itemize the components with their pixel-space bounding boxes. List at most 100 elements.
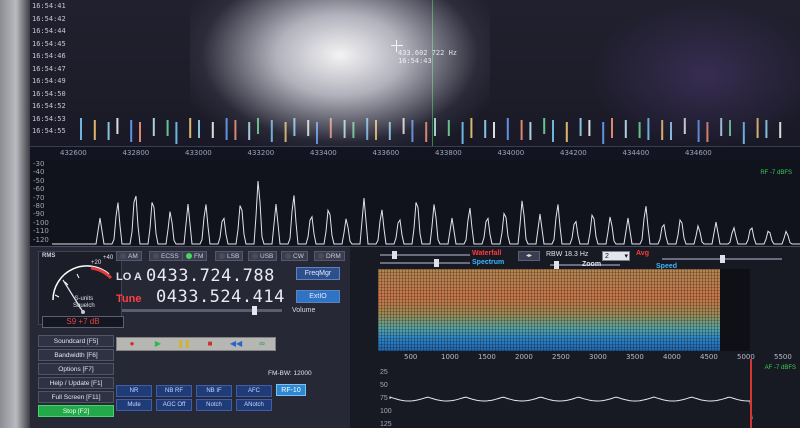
s-units-text: S-units (74, 296, 94, 302)
signal-streak (166, 120, 169, 136)
mode-led-icon (120, 253, 126, 260)
rf-spectrum-display[interactable]: -30 -40 -50 -60 -70 -80 -90 -100 -110 -120 RF -7 … (30, 160, 800, 246)
stop-icon[interactable]: ■ (199, 339, 221, 349)
dsp-button-nr[interactable]: NR (116, 385, 152, 397)
signal-streak (189, 118, 192, 138)
freqmgr-button[interactable]: FreqMgr (296, 267, 340, 280)
mode-button-cw[interactable]: CW (281, 251, 308, 261)
mode-led-icon (219, 253, 225, 260)
dsp-button-anotch[interactable]: ANotch (236, 399, 272, 411)
mode-label: DRM (326, 253, 341, 260)
signal-streak (375, 120, 377, 140)
mode-button-drm[interactable]: DRM (314, 251, 345, 261)
signal-streak (470, 118, 473, 138)
mode-label: AM (128, 253, 138, 260)
spectrum-line (52, 180, 800, 245)
af-bandwidth-marker[interactable] (750, 359, 752, 428)
side-button-1[interactable]: Bandwidth [F6] (38, 349, 114, 361)
signal-streak (329, 118, 332, 138)
audio-waterfall-edge (720, 269, 750, 351)
signal-streak (520, 120, 523, 140)
volume-slider[interactable] (122, 306, 282, 315)
signal-streak (198, 120, 200, 138)
signal-streak (720, 118, 723, 136)
signal-streak (661, 120, 664, 140)
waterfall-label: Waterfall (472, 250, 502, 257)
dsp-button-nb-rf[interactable]: NB RF (156, 385, 192, 397)
dsp-button-nb-if[interactable]: NB IF (196, 385, 232, 397)
side-button-0[interactable]: Soundcard [F5] (38, 335, 114, 347)
mode-label: LSB (227, 253, 240, 260)
frequency-tick-label: 433800 (435, 149, 462, 157)
side-button-3[interactable]: Help / Update [F1] (38, 377, 114, 389)
audio-spectrum-trace (389, 396, 753, 420)
signal-streak (602, 122, 605, 144)
signal-streak (588, 120, 591, 136)
signal-streak (234, 120, 237, 140)
signal-streak (425, 122, 428, 142)
signal-streak (434, 118, 436, 136)
squelch-text[interactable]: Squelch (73, 303, 95, 310)
loop-icon[interactable]: ∞ (251, 339, 273, 349)
record-icon[interactable]: ● (121, 339, 143, 349)
side-button-2[interactable]: Options [F7] (38, 363, 114, 375)
frequency-tick-label: 434600 (685, 149, 712, 157)
speed-slider[interactable] (662, 255, 782, 263)
dsp-button-agc-off[interactable]: AGC Off (156, 399, 192, 411)
mode-button-fm[interactable]: FM (182, 251, 208, 261)
tune-frequency[interactable]: 0433.524.414 (156, 287, 285, 307)
signal-streak (611, 118, 613, 138)
stepper-arrows-icon[interactable]: ◂▸ (518, 251, 540, 261)
mode-button-lsb[interactable]: LSB (215, 251, 244, 261)
frequency-tick-label: 432600 (60, 149, 87, 157)
signal-streak (225, 118, 228, 140)
play-icon[interactable]: ▶ (147, 339, 169, 349)
main-waterfall[interactable]: 16:54:41 16:54:42 16:54:44 16:54:45 16:54:46… (30, 0, 800, 150)
waterfall-contrast-slider[interactable] (380, 251, 470, 259)
frequency-tick-label: 433000 (185, 149, 212, 157)
frequency-tick-label: 434200 (560, 149, 587, 157)
mode-label: FM (194, 253, 204, 260)
signal-streak (484, 120, 487, 138)
signal-streak (307, 120, 310, 136)
audio-waterfall[interactable] (378, 269, 750, 351)
signal-streak (447, 120, 450, 136)
signal-streak (316, 122, 318, 144)
signal-streak (293, 118, 296, 136)
signal-streak (152, 118, 155, 136)
mode-button-ecss[interactable]: ECSS (149, 251, 183, 261)
signal-streak (647, 118, 650, 140)
side-button-5[interactable]: Stop [F2] (38, 405, 114, 417)
signal-streak (543, 118, 546, 134)
spectrum-contrast-slider[interactable] (380, 259, 470, 267)
signal-streaks (80, 118, 782, 144)
signal-streak (93, 120, 96, 140)
extio-button[interactable]: ExtIO (296, 290, 340, 303)
s-meter-gauge (52, 265, 113, 314)
volume-slider-thumb[interactable] (252, 306, 257, 315)
signal-streak (175, 122, 178, 144)
dsp-button-afc[interactable]: AFC (236, 385, 272, 397)
signal-streak (411, 120, 414, 142)
spectrum-trace (52, 180, 800, 245)
avg-select[interactable]: 2 ▾ (602, 251, 630, 261)
side-button-4[interactable]: Full Screen [F11] (38, 391, 114, 403)
sdr-application-window: 16:54:41 16:54:42 16:54:44 16:54:45 16:54:46… (30, 0, 800, 428)
rewind-icon[interactable]: ◀◀ (225, 339, 247, 349)
pause-icon[interactable]: ❚❚ (173, 339, 195, 349)
signal-streak (706, 122, 709, 142)
dsp-button-notch[interactable]: Notch (196, 399, 232, 411)
mode-button-usb[interactable]: USB (248, 251, 278, 261)
signal-streak (211, 122, 214, 138)
rf-gain-button[interactable]: RF-10 (276, 384, 306, 396)
zoom-label: Zoom (582, 261, 602, 268)
signal-streak (461, 122, 464, 144)
signal-streak (506, 118, 509, 140)
dsp-button-mute[interactable]: Mute (116, 399, 152, 411)
lo-label: LO A (116, 271, 142, 283)
mode-button-am[interactable]: AM (116, 251, 142, 261)
lo-frequency[interactable]: 0433.724.788 (146, 266, 275, 286)
signal-streak (683, 118, 686, 134)
s-units-label: S-units Squelch (73, 296, 95, 310)
frequency-axis[interactable]: 432600 432800 433000 433200 433400 433600 4338… (30, 146, 800, 160)
